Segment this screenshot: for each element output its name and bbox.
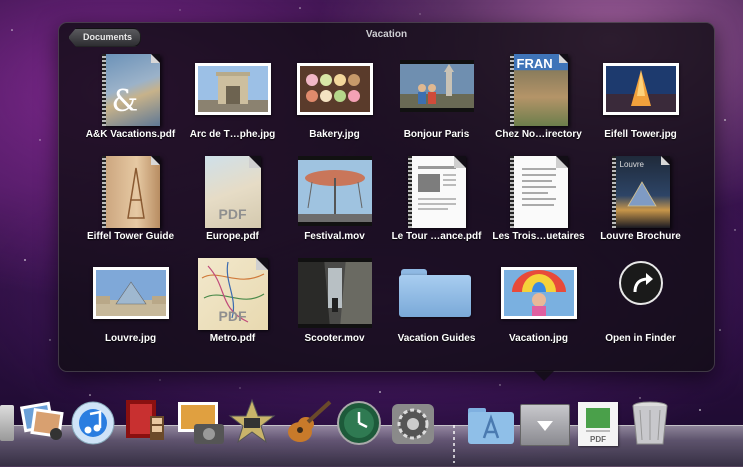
dock-separator	[453, 425, 455, 463]
stack-item-label: A&K Vacations.pdf	[85, 129, 176, 140]
cover-ampersand: &	[111, 84, 139, 119]
garageband-icon[interactable]	[282, 398, 334, 446]
stack-item-label: Festival.mov	[304, 231, 365, 242]
pdf-badge: PDF	[218, 308, 247, 324]
image-thumbnail-icon	[500, 267, 577, 319]
stack-item-label: Le Tour …ance.pdf	[391, 231, 482, 242]
applications-folder-icon[interactable]	[466, 404, 516, 446]
vacation-stack-icon[interactable]	[520, 404, 570, 446]
stack-item-label: Chez No…irectory	[495, 129, 582, 140]
stack-item-label: Bonjour Paris	[403, 129, 470, 140]
stack-item-europe-pdf[interactable]: PDF Europe.pdf	[181, 153, 284, 253]
image-thumbnail-icon	[296, 63, 373, 115]
pdf-document-icon	[407, 156, 466, 228]
time-machine-icon[interactable]	[336, 400, 382, 446]
stack-item-label: Louvre.jpg	[104, 333, 157, 344]
stack-item-label: Europe.pdf	[206, 231, 259, 242]
stack-item-eiffel-tower-guide[interactable]: Eiffel Tower Guide	[79, 153, 182, 253]
stack-item-bakery[interactable]: Bakery.jpg	[283, 51, 386, 151]
stack-item-vacation-jpg[interactable]: Vacation.jpg	[487, 255, 590, 355]
stack-item-eifell-tower[interactable]: Eifell Tower.jpg	[589, 51, 692, 151]
iphoto-icon[interactable]	[18, 398, 66, 442]
stack-item-label: Les Trois…uetaires	[492, 231, 585, 242]
itunes-icon[interactable]	[70, 400, 116, 446]
stack-item-label: Louvre Brochure	[600, 231, 681, 242]
stack-item-chez-nous-directory[interactable]: FRAN Chez No…irectory	[487, 51, 590, 151]
stack-item-label: Vacation Guides	[397, 333, 476, 344]
stack-item-louvre-jpg[interactable]: Louvre.jpg	[79, 255, 182, 355]
stack-item-ak-vacations[interactable]: & A&K Vacations.pdf	[79, 51, 182, 151]
stack-pointer-arrow	[533, 370, 555, 381]
documents-stack-icon[interactable]: PDF	[578, 402, 618, 446]
stack-item-label: Eiffel Tower Guide	[86, 231, 175, 242]
open-in-finder-arrow-icon	[618, 261, 663, 305]
stack-grid-popup: Documents Vacation & A&K Vacations.pdf A…	[58, 22, 715, 372]
pdf-badge: PDF	[218, 206, 247, 222]
movie-thumbnail-icon	[297, 156, 372, 226]
pdf-badge: PDF	[590, 435, 606, 444]
trash-icon[interactable]	[630, 400, 670, 446]
pdf-document-icon: PDF	[204, 156, 261, 228]
stack-item-bonjour-paris[interactable]: Bonjour Paris	[385, 51, 488, 151]
folder-icon	[398, 267, 475, 319]
stack-item-label: Bakery.jpg	[309, 129, 360, 140]
movie-thumbnail-icon	[399, 60, 474, 112]
stack-item-label: Scooter.mov	[304, 333, 365, 344]
frontrow-icon[interactable]	[124, 398, 166, 444]
book-document-icon	[101, 156, 160, 228]
system-preferences-icon[interactable]	[390, 402, 436, 446]
stack-item-les-trois-mousquetaires[interactable]: Les Trois…uetaires	[487, 153, 590, 253]
stack-item-label: Metro.pdf	[209, 333, 256, 344]
stack-item-le-tour-de-france[interactable]: Le Tour …ance.pdf	[385, 153, 488, 253]
stack-item-scooter-mov[interactable]: Scooter.mov	[283, 255, 386, 355]
image-thumbnail-icon	[92, 267, 169, 319]
stack-item-label: Open in Finder	[605, 333, 676, 344]
stack-item-label: Eifell Tower.jpg	[604, 129, 677, 140]
stack-item-label: Arc de T…phe.jpg	[189, 129, 276, 140]
pdf-document-icon: &	[101, 54, 160, 126]
stack-item-festival-mov[interactable]: Festival.mov	[283, 153, 386, 253]
imovie-icon[interactable]	[228, 398, 276, 446]
open-in-finder-button[interactable]: Open in Finder	[589, 255, 692, 355]
image-capture-icon[interactable]	[176, 400, 226, 446]
stack-item-louvre-brochure[interactable]: Louvre Louvre Brochure	[589, 153, 692, 253]
text-document-icon	[509, 156, 568, 228]
stack-item-arc-de-triomphe[interactable]: Arc de T…phe.jpg	[181, 51, 284, 151]
stack-item-vacation-guides-folder[interactable]: Vacation Guides	[385, 255, 488, 355]
book-document-icon: Louvre	[611, 156, 670, 228]
stack-title: Vacation	[365, 29, 408, 40]
movie-thumbnail-icon	[297, 258, 372, 328]
dock-partial-icon[interactable]	[0, 405, 14, 441]
image-thumbnail-icon	[194, 63, 271, 115]
pdf-document-icon: PDF	[197, 258, 268, 330]
stack-item-label: Vacation.jpg	[509, 333, 568, 344]
stack-item-metro-pdf[interactable]: PDF Metro.pdf	[181, 255, 284, 355]
image-thumbnail-icon	[602, 63, 679, 115]
cover-title-text: FRAN	[516, 56, 553, 71]
book-document-icon: FRAN	[509, 54, 568, 126]
